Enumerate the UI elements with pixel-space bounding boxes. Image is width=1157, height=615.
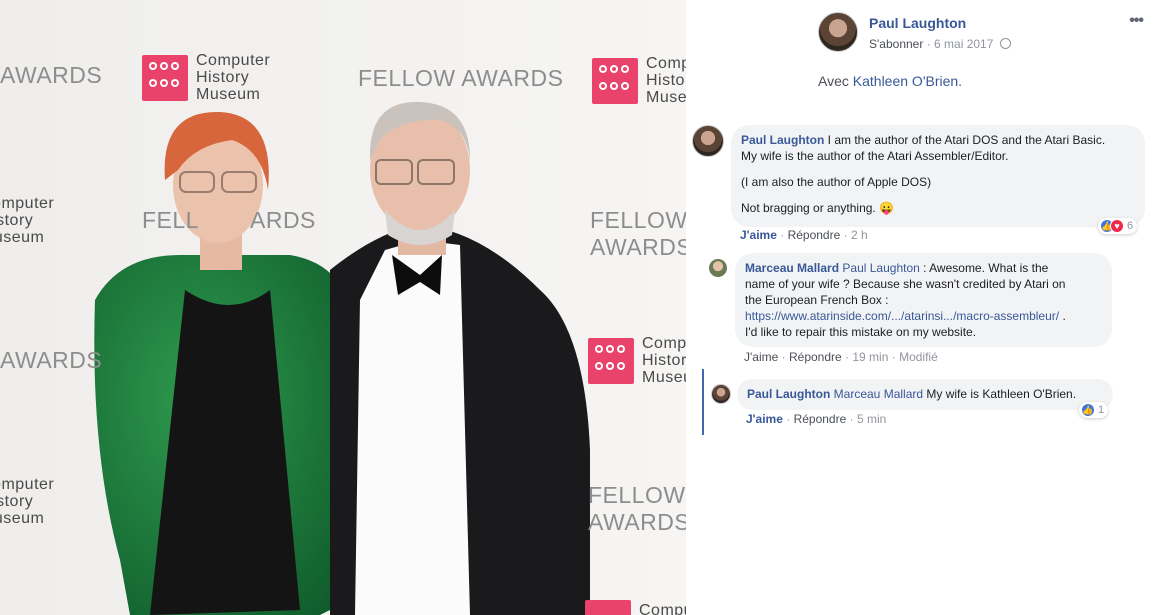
reply-button[interactable]: Répondre: [789, 350, 842, 364]
author-avatar[interactable]: [818, 12, 858, 52]
comment-text: My wife is Kathleen O'Brien.: [923, 387, 1077, 401]
reply-button[interactable]: Répondre: [788, 228, 841, 242]
post-header: Paul Laughton S'abonner · 6 mai 2017 •••…: [806, 0, 1157, 108]
like-button[interactable]: J'aime: [740, 228, 777, 242]
chm-logo: ComputerHistoryMuseum: [0, 476, 55, 527]
post-author-name[interactable]: Paul Laughton: [869, 15, 966, 31]
comment-time[interactable]: 19 min: [852, 350, 888, 364]
comment-text: : Awesome. What is the: [919, 261, 1049, 275]
more-options-icon[interactable]: •••: [1129, 12, 1144, 30]
comment-text: the European French Box :: [745, 293, 889, 307]
comment-mention[interactable]: Paul Laughton: [842, 261, 919, 275]
chm-logo: ComputerHistoryMuseum: [0, 195, 55, 246]
banner-text: FELLOW AWARDS: [590, 207, 686, 260]
comment-actions: J'aime · Répondre · 5 min: [746, 412, 887, 426]
comment-actions: J'aime · Répondre · 19 min · Modifié: [744, 350, 938, 364]
comment-text: I am the author of the Atari DOS and the…: [827, 133, 1106, 147]
reply-button[interactable]: Répondre: [794, 412, 847, 426]
reaction-summary[interactable]: 👍 1: [1079, 402, 1109, 418]
post-date[interactable]: 6 mai 2017: [934, 37, 993, 51]
reaction-summary[interactable]: 👍 ♥ 6: [1098, 218, 1138, 234]
comment-bubble: Marceau Mallard Paul Laughton : Awesome.…: [735, 253, 1112, 347]
comment-time[interactable]: 5 min: [857, 412, 886, 426]
comment-text: My wife is the author of the Atari Assem…: [741, 149, 1009, 163]
banner-text: FELL: [142, 207, 199, 233]
love-reaction-icon: ♥: [1110, 219, 1124, 233]
globe-icon[interactable]: [999, 38, 1011, 49]
chm-logo: ComputerHistoryMuseum: [142, 52, 270, 103]
banner-text: FELLOW AWARDS: [588, 482, 686, 535]
comment-author[interactable]: Paul Laughton: [741, 133, 824, 147]
post-tagged: Avec Kathleen O'Brien.: [818, 73, 963, 89]
comment-avatar[interactable]: [711, 384, 731, 404]
comment-text: Not bragging or anything. 😛: [741, 201, 895, 215]
banner-text: AWARDS: [0, 62, 103, 88]
reaction-count: 1: [1098, 404, 1105, 416]
comment-text: (I am also the author of Apple DOS): [741, 175, 932, 189]
comment-author[interactable]: Marceau Mallard: [745, 261, 839, 275]
meta-separator: ·: [926, 37, 931, 51]
chm-logo: ComputerHistoryMuseum: [592, 55, 686, 106]
comment-bubble: Paul Laughton Marceau Mallard My wife is…: [737, 379, 1113, 410]
banner-text: ARDS: [250, 207, 316, 233]
like-button[interactable]: J'aime: [744, 350, 778, 364]
like-button[interactable]: J'aime: [746, 412, 783, 426]
comment-author[interactable]: Paul Laughton: [747, 387, 830, 401]
comment-bubble: Paul Laughton I am the author of the Ata…: [731, 125, 1145, 227]
photo-figures: [0, 0, 686, 615]
comment-actions: J'aime · Répondre · 2 h: [740, 228, 868, 242]
chm-logo: ComputerHistoryMuseum: [588, 335, 686, 386]
comment-time[interactable]: 2 h: [851, 228, 868, 242]
chm-logo: Comput: [585, 600, 686, 615]
thread-highlight-line: [702, 369, 704, 435]
tagged-person-link[interactable]: Kathleen O'Brien: [853, 73, 958, 89]
post-photo[interactable]: ComputerHistoryMuseum ComputerHistoryMus…: [0, 0, 686, 615]
edited-label[interactable]: Modifié: [899, 350, 938, 364]
banner-text: AWARDS: [0, 347, 103, 373]
comment-avatar[interactable]: [709, 259, 727, 277]
reaction-count: 6: [1127, 220, 1134, 232]
like-reaction-icon: 👍: [1081, 403, 1095, 417]
comment-text: I'd like to repair this mistake on my we…: [745, 325, 977, 339]
comment-avatar[interactable]: [692, 125, 724, 157]
post-meta: S'abonner · 6 mai 2017: [869, 37, 1011, 51]
banner-text: FELLOW AWARDS: [358, 65, 564, 91]
comment-link[interactable]: https://www.atarinside.com/.../atarinsi.…: [745, 309, 1059, 323]
comment-mention[interactable]: Marceau Mallard: [834, 387, 923, 401]
subscribe-link[interactable]: S'abonner: [869, 37, 923, 51]
comment-text: name of your wife ? Because she wasn't c…: [745, 277, 1066, 291]
